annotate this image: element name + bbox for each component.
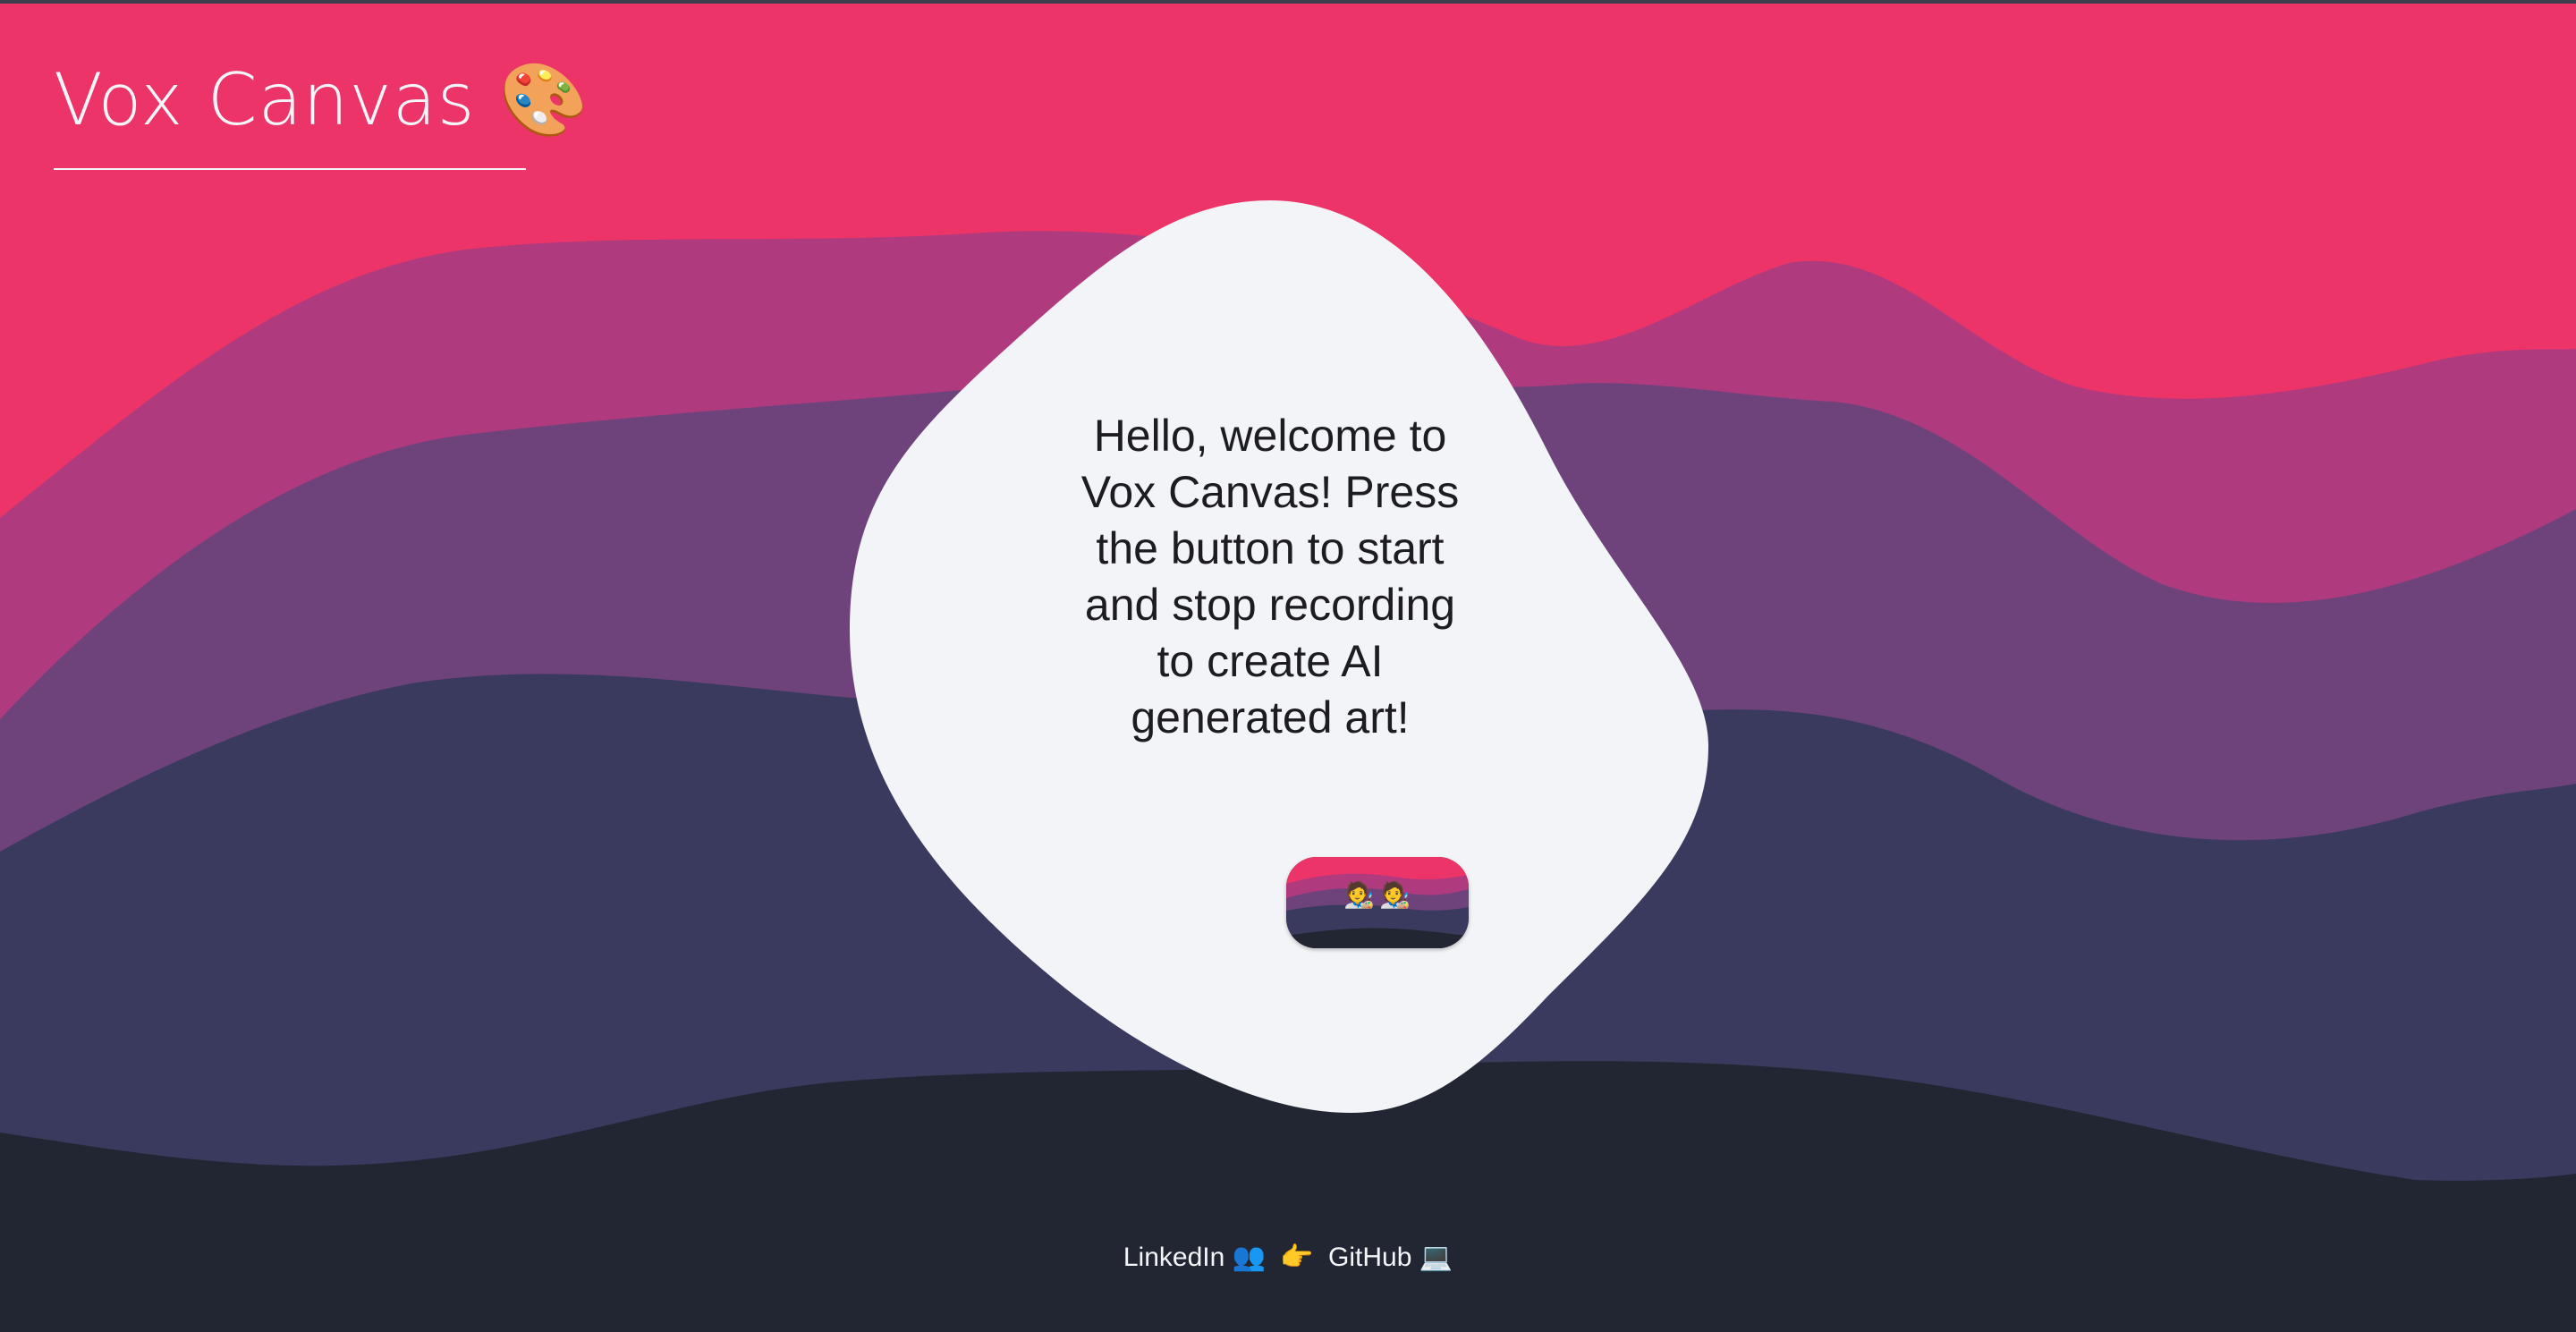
header: Vox Canvas 🎨 xyxy=(54,55,589,170)
github-link[interactable]: GitHub 💻 xyxy=(1328,1243,1453,1272)
linkedin-link[interactable]: LinkedIn 👥 xyxy=(1123,1243,1266,1272)
welcome-message: Hello, welcome to Vox Canvas! Press the … xyxy=(1080,411,1460,742)
record-toggle-button[interactable]: 🧑‍🎨 🧑‍🎨 xyxy=(1286,857,1469,948)
pointing-hand-icon: 👉 xyxy=(1280,1243,1314,1272)
app-title: Vox Canvas 🎨 xyxy=(54,58,589,141)
button-wave-background xyxy=(1286,857,1469,948)
footer: LinkedIn 👥 👉 GitHub 💻 xyxy=(0,1240,2576,1276)
title-divider xyxy=(54,168,526,170)
artist-icon-left: 🧑‍🎨 xyxy=(1343,881,1375,909)
artist-icon-right: 🧑‍🎨 xyxy=(1379,881,1411,909)
page: Vox Canvas 🎨 Hello, welcome to Vox Canva… xyxy=(0,0,2576,1332)
